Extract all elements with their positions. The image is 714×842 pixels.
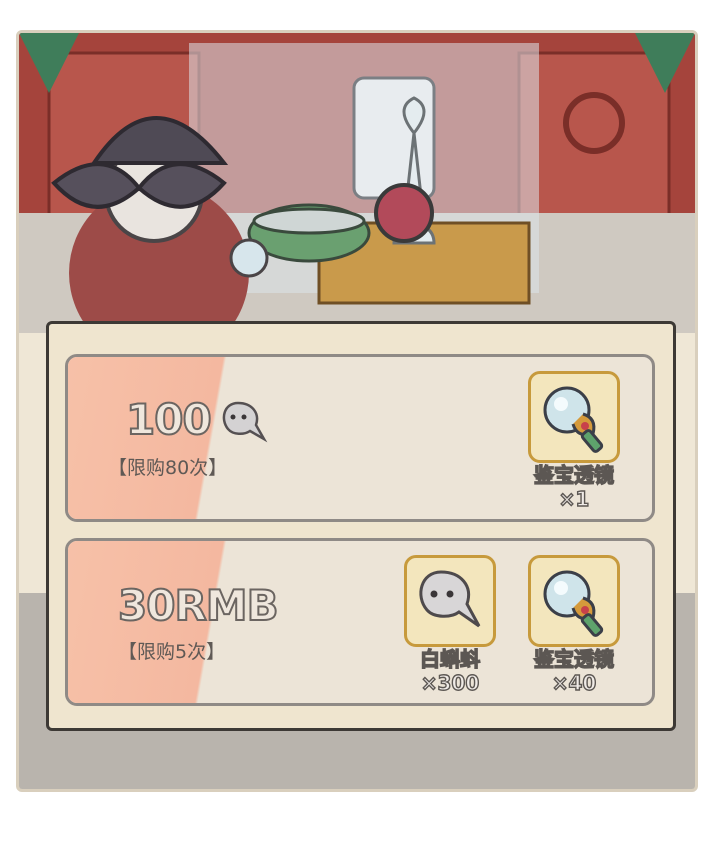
shop-panel: 100 【限购80次】 鉴宝透镜 ×1 30RMB 【限购5次】 白蝌蚪 ×30… (46, 321, 676, 731)
reward-name: 白蝌蚪 (419, 646, 480, 671)
white-tadpole-icon (419, 570, 481, 628)
purchase-limit-label: 【限购5次】 (118, 641, 226, 663)
reward-quantity: ×40 (551, 670, 597, 695)
price-label: 30RMB (117, 580, 280, 631)
reward-slot[interactable] (404, 555, 496, 647)
reward-name: 鉴宝透镜 (533, 646, 614, 671)
shop-item-row[interactable]: 100 【限购80次】 鉴宝透镜 ×1 (65, 354, 655, 522)
shop-popup-frame: 100 【限购80次】 鉴宝透镜 ×1 30RMB 【限购5次】 白蝌蚪 ×30… (16, 30, 698, 792)
reward-quantity: ×1 (558, 486, 590, 511)
price-label: 100 (125, 394, 213, 445)
white-tadpole-icon (222, 401, 268, 443)
reward-slot[interactable] (528, 555, 620, 647)
reward-quantity: ×300 (420, 670, 480, 695)
scene-art (19, 33, 695, 333)
reward-slot[interactable] (528, 371, 620, 463)
magnifying-lens-icon (543, 570, 604, 637)
reward-name: 鉴宝透镜 (533, 462, 614, 487)
appraisal-scene-illustration (19, 33, 695, 333)
shop-item-row[interactable]: 30RMB 【限购5次】 白蝌蚪 ×300 鉴宝透镜 ×40 (65, 538, 655, 706)
purchase-limit-label: 【限购80次】 (108, 457, 228, 479)
magnifying-lens-icon (543, 386, 604, 453)
